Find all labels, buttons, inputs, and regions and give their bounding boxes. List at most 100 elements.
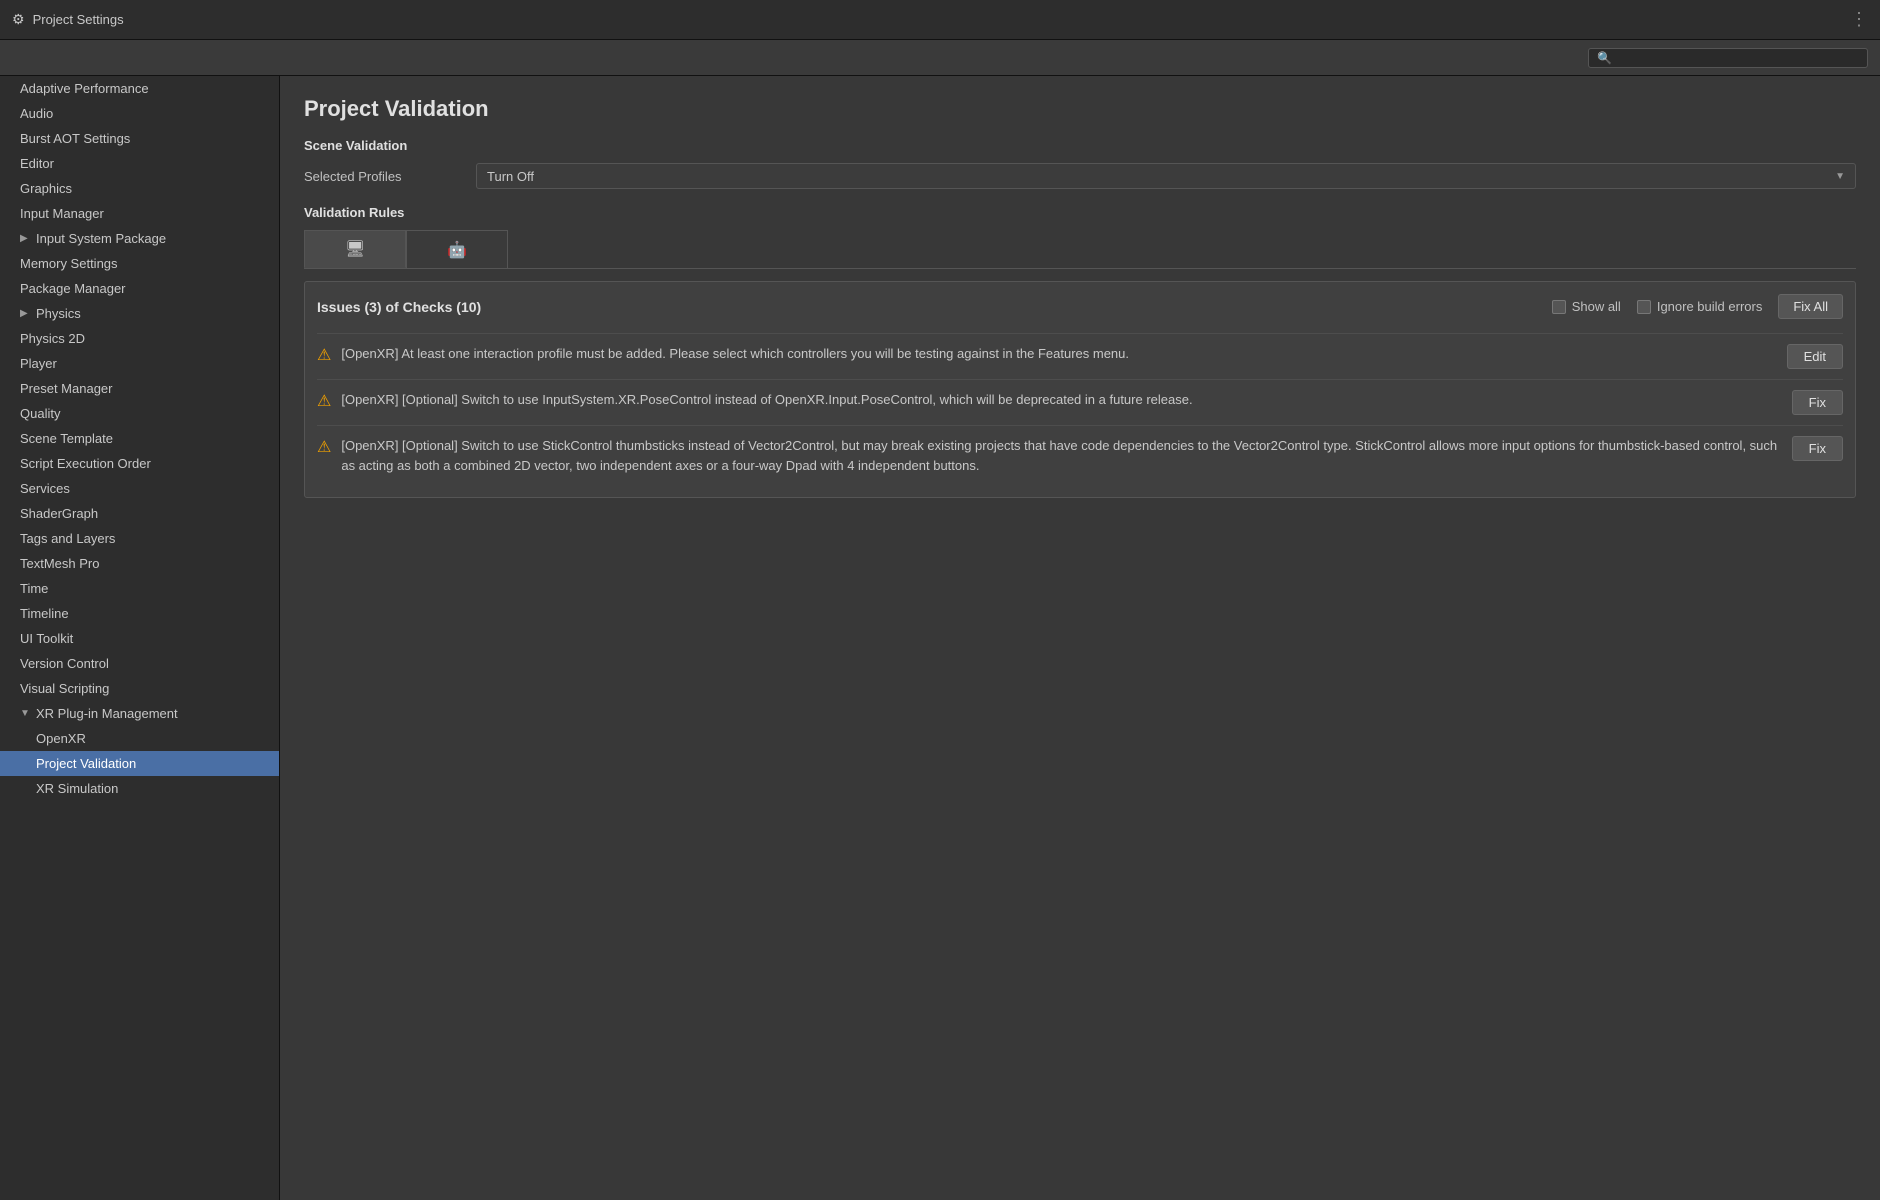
sidebar-item-label: Burst AOT Settings (20, 131, 130, 146)
sidebar-item-scene-template[interactable]: Scene Template (0, 426, 279, 451)
search-bar: 🔍 (0, 40, 1880, 76)
issue-text: [OpenXR] At least one interaction profil… (341, 344, 1776, 364)
warning-icon: ⚠ (317, 345, 331, 365)
sidebar-item-label: XR Simulation (36, 781, 118, 796)
arrow-icon: ▶ (20, 308, 30, 319)
sidebar-item-label: UI Toolkit (20, 631, 73, 646)
issue-text: [OpenXR] [Optional] Switch to use InputS… (341, 390, 1781, 410)
sidebar-item-label: Memory Settings (20, 256, 118, 271)
sidebar-item-label: Editor (20, 156, 54, 171)
sidebar-item-label: Visual Scripting (20, 681, 109, 696)
selected-profiles-dropdown[interactable]: Turn Off ▼ (476, 163, 1856, 189)
issue-row-1: ⚠ [OpenXR] At least one interaction profi… (317, 333, 1843, 379)
sidebar-item-visual-scripting[interactable]: Visual Scripting (0, 676, 279, 701)
sidebar-item-label: Input System Package (36, 231, 166, 246)
issue-edit-button[interactable]: Edit (1787, 344, 1843, 369)
sidebar-item-editor[interactable]: Editor (0, 151, 279, 176)
sidebar-item-xr-simulation[interactable]: XR Simulation (0, 776, 279, 801)
sidebar-item-label: Time (20, 581, 48, 596)
show-all-label: Show all (1572, 299, 1621, 314)
search-input-wrap[interactable]: 🔍 (1588, 48, 1868, 68)
sidebar-item-label: Physics 2D (20, 331, 85, 346)
sidebar-item-label: Input Manager (20, 206, 104, 221)
issue-row-3: ⚠ [OpenXR] [Optional] Switch to use Stick… (317, 425, 1843, 485)
fix-all-button[interactable]: Fix All (1778, 294, 1843, 319)
sidebar-item-label: XR Plug-in Management (36, 706, 178, 721)
selected-profiles-row: Selected Profiles Turn Off ▼ (304, 163, 1856, 189)
gear-icon: ⚙ (12, 11, 25, 28)
arrow-icon: ▶ (20, 233, 30, 244)
issue-text: [OpenXR] [Optional] Switch to use StickC… (341, 436, 1781, 475)
sidebar-item-label: Preset Manager (20, 381, 113, 396)
sidebar-item-label: Timeline (20, 606, 69, 621)
warning-icon: ⚠ (317, 437, 331, 457)
title-bar: ⚙ Project Settings ⋮ (0, 0, 1880, 40)
sidebar-item-preset-manager[interactable]: Preset Manager (0, 376, 279, 401)
ignore-build-errors-wrap: Ignore build errors (1637, 299, 1763, 314)
sidebar-item-label: Physics (36, 306, 81, 321)
search-input[interactable] (1618, 51, 1859, 65)
main-layout: Adaptive Performance Audio Burst AOT Setti… (0, 76, 1880, 1200)
issue-row-2: ⚠ [OpenXR] [Optional] Switch to use Input… (317, 379, 1843, 425)
window-title: Project Settings (33, 12, 124, 27)
sidebar-item-adaptive-performance[interactable]: Adaptive Performance (0, 76, 279, 101)
sidebar-item-label: Graphics (20, 181, 72, 196)
sidebar-item-physics-2d[interactable]: Physics 2D (0, 326, 279, 351)
issue-fix-button[interactable]: Fix (1792, 436, 1843, 461)
sidebar-item-project-validation[interactable]: Project Validation (0, 751, 279, 776)
warning-icon: ⚠ (317, 391, 331, 411)
sidebar-item-label: TextMesh Pro (20, 556, 99, 571)
sidebar-item-burst-aot-settings[interactable]: Burst AOT Settings (0, 126, 279, 151)
sidebar-item-xr-plug-in-management[interactable]: ▼XR Plug-in Management (0, 701, 279, 726)
sidebar-item-time[interactable]: Time (0, 576, 279, 601)
sidebar-item-input-system-package[interactable]: ▶ Input System Package (0, 226, 279, 251)
sidebar-item-label: Services (20, 481, 70, 496)
sidebar-item-package-manager[interactable]: Package Manager (0, 276, 279, 301)
sidebar-item-label: Player (20, 356, 57, 371)
sidebar-item-label: Package Manager (20, 281, 126, 296)
sidebar-item-player[interactable]: Player (0, 351, 279, 376)
title-bar-left: ⚙ Project Settings (12, 11, 124, 28)
sidebar-item-version-control[interactable]: Version Control (0, 651, 279, 676)
sidebar-item-label: Project Validation (36, 756, 136, 771)
page-title: Project Validation (304, 96, 1856, 122)
sidebar-item-openxr[interactable]: OpenXR (0, 726, 279, 751)
dropdown-value: Turn Off (487, 169, 534, 184)
issue-fix-button[interactable]: Fix (1792, 390, 1843, 415)
sidebar-item-graphics[interactable]: Graphics (0, 176, 279, 201)
sidebar-item-label: Adaptive Performance (20, 81, 149, 96)
menu-icon[interactable]: ⋮ (1850, 9, 1868, 30)
show-all-wrap: Show all (1552, 299, 1621, 314)
sidebar-item-timeline[interactable]: Timeline (0, 601, 279, 626)
sidebar-item-shadergraph[interactable]: ShaderGraph (0, 501, 279, 526)
tabs-row: 🖥 🤖 (304, 230, 1856, 269)
sidebar-item-script-execution-order[interactable]: Script Execution Order (0, 451, 279, 476)
sidebar-item-label: Audio (20, 106, 53, 121)
show-all-checkbox[interactable] (1552, 300, 1566, 314)
selected-profiles-label: Selected Profiles (304, 169, 464, 184)
tab-desktop[interactable]: 🖥 (304, 230, 406, 268)
sidebar-item-audio[interactable]: Audio (0, 101, 279, 126)
sidebar-item-tags-and-layers[interactable]: Tags and Layers (0, 526, 279, 551)
content-area: Project Validation Scene Validation Sele… (280, 76, 1880, 1200)
desktop-icon: 🖥 (345, 239, 365, 259)
ignore-build-errors-checkbox[interactable] (1637, 300, 1651, 314)
sidebar-item-services[interactable]: Services (0, 476, 279, 501)
sidebar-item-input-manager[interactable]: Input Manager (0, 201, 279, 226)
sidebar-item-physics[interactable]: ▶ Physics (0, 301, 279, 326)
sidebar-item-ui-toolkit[interactable]: UI Toolkit (0, 626, 279, 651)
sidebar-item-quality[interactable]: Quality (0, 401, 279, 426)
sidebar-item-label: Quality (20, 406, 60, 421)
search-icon: 🔍 (1597, 51, 1612, 65)
ignore-build-errors-label: Ignore build errors (1657, 299, 1763, 314)
scene-validation-label: Scene Validation (304, 138, 1856, 153)
sidebar-item-label: ShaderGraph (20, 506, 98, 521)
tab-android[interactable]: 🤖 (406, 230, 508, 268)
chevron-down-icon: ▼ (1835, 171, 1845, 182)
issues-title: Issues (3) of Checks (10) (317, 299, 1536, 315)
sidebar-item-label: OpenXR (36, 731, 86, 746)
sidebar-item-memory-settings[interactable]: Memory Settings (0, 251, 279, 276)
sidebar-item-textmesh-pro[interactable]: TextMesh Pro (0, 551, 279, 576)
sidebar-item-label: Tags and Layers (20, 531, 115, 546)
sidebar: Adaptive Performance Audio Burst AOT Setti… (0, 76, 280, 1200)
